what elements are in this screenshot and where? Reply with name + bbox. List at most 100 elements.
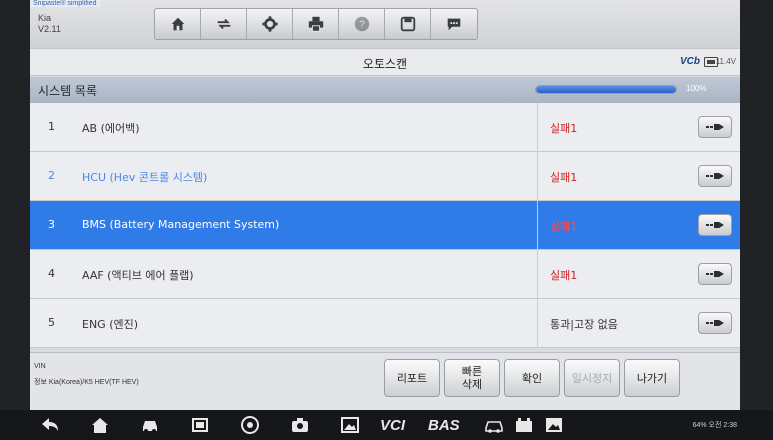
system-list-header: 시스템 목록 100% [30, 77, 740, 103]
home-icon [171, 17, 184, 31]
pause-button[interactable]: 일시정지 [564, 359, 620, 397]
system-name: AAF (액티브 에어 플랩) [82, 269, 194, 282]
system-list: 1 AB (에어백) 실패1 2 HCU (Hev 콘트롤 시스템) 실패1 3 BMS (B… [30, 103, 740, 348]
arrow-right-icon [706, 222, 724, 228]
tablet-frame: Kia V2.11 ? 오토스캔 VCb 11.4V 시스템 목록 100% 1… [0, 0, 773, 440]
back-icon [42, 418, 58, 431]
exit-button[interactable]: 나가기 [624, 359, 680, 397]
print-icon [308, 16, 323, 32]
battery-test-button[interactable] [514, 416, 534, 434]
android-home-icon [92, 418, 108, 433]
gear-icon [261, 16, 278, 32]
android-home-button[interactable] [90, 416, 110, 434]
system-status: 64% 오전 2:38 [692, 422, 737, 429]
gallery-icon [341, 417, 359, 433]
back-button[interactable] [40, 416, 60, 434]
top-toolbar: Kia V2.11 ? [30, 0, 740, 48]
open-system-button[interactable] [698, 312, 732, 334]
brand-name: Kia [38, 13, 52, 23]
car-icon [143, 421, 157, 433]
report-button[interactable]: 리포트 [384, 359, 440, 397]
confirm-button[interactable]: 확인 [504, 359, 560, 397]
gallery-button[interactable] [340, 416, 360, 434]
car-app-button[interactable] [140, 416, 160, 434]
quick-erase-label-line1: 빠른 [461, 365, 483, 378]
home-button[interactable] [155, 9, 201, 39]
row-divider [537, 103, 538, 151]
app-screen: Kia V2.11 ? 오토스캔 VCb 11.4V 시스템 목록 100% 1… [30, 0, 740, 410]
help-icon: ? [354, 16, 369, 32]
row-divider [537, 201, 538, 249]
system-status: 실패1 [550, 220, 578, 233]
scan-progress-fill [536, 86, 676, 93]
system-name: ENG (엔진) [82, 318, 139, 331]
camera-button[interactable] [290, 416, 310, 434]
message-button[interactable] [431, 9, 477, 39]
system-row[interactable]: 2 HCU (Hev 콘트롤 시스템) 실패1 [30, 152, 740, 201]
chrome-icon [241, 416, 259, 434]
svg-text:?: ? [359, 20, 365, 31]
gallery-alt-icon [546, 418, 562, 432]
system-row[interactable]: 4 AAF (액티브 에어 플랩) 실패1 [30, 250, 740, 299]
message-icon [447, 18, 461, 31]
arrow-right-icon [706, 271, 724, 277]
vci-app-label[interactable]: VCI [380, 417, 405, 434]
system-row[interactable]: 1 AB (에어백) 실패1 [30, 103, 740, 152]
scan-progress-label: 100% [686, 84, 707, 93]
open-system-button[interactable] [698, 116, 732, 138]
car-wash-icon [485, 421, 503, 433]
gallery-alt-button[interactable] [544, 416, 564, 434]
open-system-button[interactable] [698, 165, 732, 187]
system-name: BMS (Battery Management System) [82, 218, 280, 231]
row-divider [537, 152, 538, 200]
screenshot-button[interactable] [190, 416, 210, 434]
system-status: 실패1 [550, 269, 578, 282]
system-number: 3 [48, 218, 55, 231]
open-system-button[interactable] [698, 263, 732, 285]
scan-progress-bar [535, 85, 677, 94]
help-button[interactable]: ? [339, 9, 385, 39]
vehicle-info: 정보 Kia(Korea)/K5 HEV(TF HEV) [34, 379, 139, 386]
camera-icon [292, 418, 308, 432]
system-number: 4 [48, 267, 55, 280]
arrow-right-icon [706, 124, 724, 130]
arrow-right-icon [706, 173, 724, 179]
action-buttons: 리포트 빠른 삭제 확인 일시정지 나가기 [384, 359, 680, 397]
bottom-bar: VIN 정보 Kia(Korea)/K5 HEV(TF HEV) 리포트 빠른 … [30, 352, 740, 410]
system-name: AB (에어백) [82, 122, 140, 135]
system-status: 실패1 [550, 122, 578, 135]
system-row[interactable]: 3 BMS (Battery Management System) 실패1 [30, 201, 740, 250]
system-number: 5 [48, 316, 55, 329]
voltage-readout: 11.4V [715, 57, 736, 66]
quick-erase-button[interactable]: 빠른 삭제 [444, 359, 500, 397]
vci-status: VCb [680, 56, 700, 67]
system-status: 실패1 [550, 171, 578, 184]
app-version: V2.11 [38, 24, 61, 34]
screenshot-icon [192, 418, 208, 432]
vehicle-swap-button[interactable] [201, 9, 247, 39]
row-divider [537, 299, 538, 347]
settings-button[interactable] [247, 9, 293, 39]
system-row[interactable]: 5 ENG (엔진) 통과|고장 없음 [30, 299, 740, 348]
row-divider [537, 250, 538, 298]
save-button[interactable] [385, 9, 431, 39]
print-button[interactable] [293, 9, 339, 39]
system-status: 통과|고장 없음 [550, 318, 618, 331]
vehicle-swap-icon [217, 18, 230, 30]
battery-test-icon [516, 418, 532, 432]
system-number: 2 [48, 169, 55, 182]
vin-label: VIN [34, 363, 46, 370]
save-icon [400, 16, 415, 32]
snipaste-tag: Snipaste® simplified [30, 0, 100, 7]
brand-block: Kia V2.11 [38, 13, 61, 35]
car-wash-button[interactable] [484, 416, 504, 434]
open-system-button[interactable] [698, 214, 732, 236]
quick-erase-label-line2: 삭제 [461, 378, 483, 391]
bas-app-label[interactable]: BAS [428, 417, 460, 434]
chrome-button[interactable] [240, 416, 260, 434]
system-list-title: 시스템 목록 [38, 84, 98, 98]
system-number: 1 [48, 120, 55, 133]
system-name: HCU (Hev 콘트롤 시스템) [82, 171, 208, 184]
toolbar-button-group: ? [154, 8, 478, 40]
title-bar: 오토스캔 VCb 11.4V [30, 48, 740, 76]
